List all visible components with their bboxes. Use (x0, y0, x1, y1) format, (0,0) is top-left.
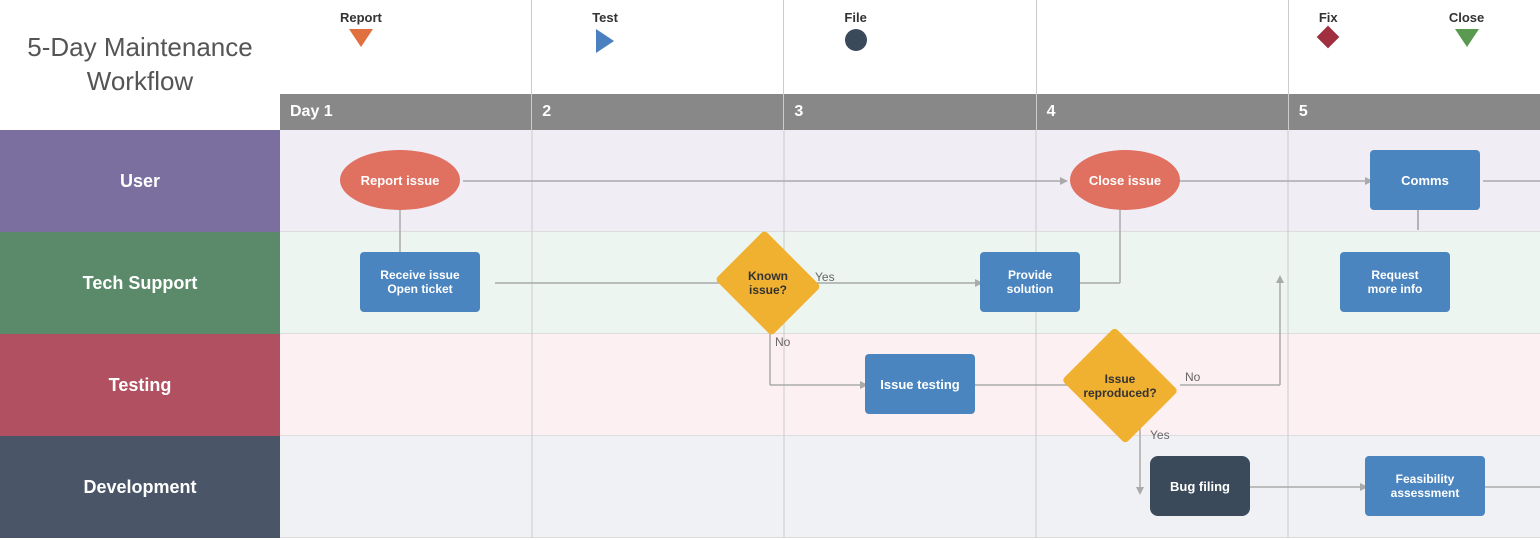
page-title: 5-Day Maintenance Workflow (10, 31, 270, 99)
test-icon (596, 29, 614, 53)
report-icon (349, 29, 373, 47)
lane-label-development: Development (0, 436, 280, 538)
lane-development-row (280, 436, 1540, 538)
milestone-fix: Fix (1319, 10, 1338, 45)
milestone-report-label: Report (340, 10, 382, 25)
milestone-close-label: Close (1449, 10, 1484, 25)
lane-label-techsupport: Tech Support (0, 232, 280, 334)
milestone-close: Close (1449, 10, 1484, 47)
milestone-fix-label: Fix (1319, 10, 1338, 25)
fix-icon (1317, 26, 1340, 49)
content-area: Day 1 Report 2 Test 3 (280, 0, 1540, 540)
node-issue-reproduced: Issue reproduced? (1075, 348, 1165, 423)
lane-user-row (280, 130, 1540, 232)
node-known-issue: Known issue? (728, 248, 808, 318)
flow-label-yes1: Yes (815, 270, 835, 284)
day-2-label: 2 (532, 94, 783, 130)
milestone-file: File (844, 10, 866, 51)
lane-label-user: User (0, 130, 280, 232)
node-receive-issue: Receive issue Open ticket (360, 252, 480, 312)
day-col-2: 2 Test (532, 0, 784, 130)
node-feasibility: Feasibility assessment (1365, 456, 1485, 516)
day-1-label: Day 1 (280, 94, 531, 130)
day-col-5: 5 Fix Close (1289, 0, 1540, 130)
day-header: Day 1 Report 2 Test 3 (280, 0, 1540, 130)
day-4-label: 4 (1037, 94, 1288, 130)
flow-label-no1: No (775, 335, 790, 349)
day-col-1: Day 1 Report (280, 0, 532, 130)
milestone-test-label: Test (592, 10, 618, 25)
day-col-3: 3 File (784, 0, 1036, 130)
day-3-label: 3 (784, 94, 1035, 130)
node-request-more-info: Request more info (1340, 252, 1450, 312)
main-container: 5-Day Maintenance Workflow User Tech Sup… (0, 0, 1540, 540)
milestone-file-label: File (844, 10, 866, 25)
day-col-4: 4 (1037, 0, 1289, 130)
lane-label-testing: Testing (0, 334, 280, 436)
file-icon (845, 29, 867, 51)
node-issue-testing: Issue testing (865, 354, 975, 414)
lanes-container: Report issue Close issue Comms Close iss… (280, 130, 1540, 540)
close-icon (1455, 29, 1479, 47)
node-comms: Comms (1370, 150, 1480, 210)
flow-label-yes2: Yes (1150, 428, 1170, 442)
flow-label-no2: No (1185, 370, 1200, 384)
node-provide-solution: Provide solution (980, 252, 1080, 312)
day-5-label: 5 (1289, 94, 1540, 130)
milestone-report: Report (340, 10, 382, 47)
title-area: 5-Day Maintenance Workflow User Tech Sup… (0, 0, 280, 540)
node-report-issue: Report issue (340, 150, 460, 210)
node-close-issue-1: Close issue (1070, 150, 1180, 210)
milestone-test: Test (592, 10, 618, 53)
node-bug-filing: Bug filing (1150, 456, 1250, 516)
title-header: 5-Day Maintenance Workflow (0, 0, 280, 130)
